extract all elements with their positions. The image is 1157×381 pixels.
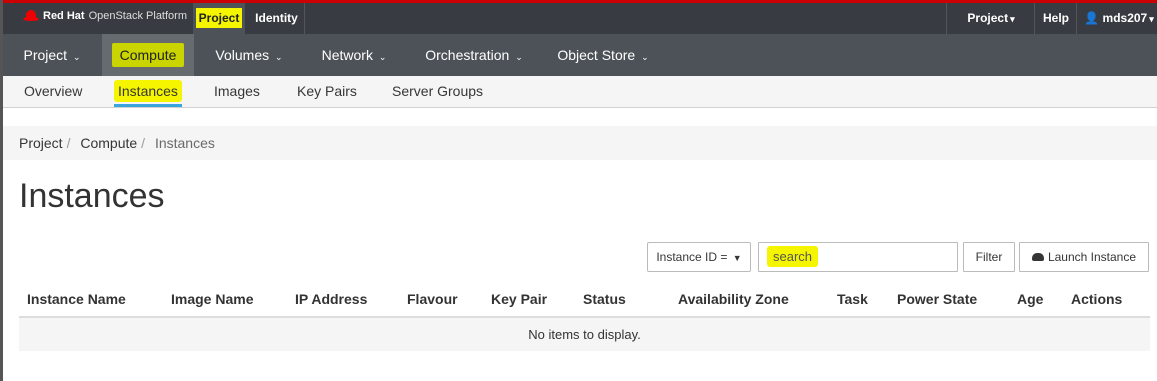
subnav-key-pairs[interactable]: Key Pairs [297, 76, 357, 107]
nav-compute-label: Compute [111, 43, 185, 67]
subnav-images[interactable]: Images [214, 76, 260, 107]
filter-button[interactable]: Filter [963, 242, 1015, 272]
nav-orchestration[interactable]: Orchestration ⌄ [415, 34, 533, 76]
brand-logo[interactable]: Red Hat OpenStack Platform [23, 10, 187, 22]
column-task[interactable]: Task [837, 282, 868, 316]
column-availability-zone[interactable]: Availability Zone [678, 282, 789, 316]
launch-instance-button[interactable]: Launch Instance [1019, 242, 1149, 272]
help-link[interactable]: Help [1034, 3, 1077, 34]
breadcrumb-project[interactable]: Project [19, 135, 63, 151]
launch-instance-label: Launch Instance [1047, 250, 1137, 264]
project-dropdown-label: Project [967, 11, 1009, 25]
column-instance-name[interactable]: Instance Name [27, 282, 126, 316]
nav-project[interactable]: Project ⌄ [3, 34, 101, 76]
caret-down-icon: ▼ [732, 253, 742, 263]
breadcrumb: Project / Compute / Instances [3, 126, 1157, 160]
chevron-down-icon: ⌄ [515, 52, 523, 62]
search-input[interactable]: search [758, 242, 958, 272]
subnav-instances[interactable]: Instances [114, 76, 182, 107]
nav-network-label: Network [321, 47, 373, 63]
column-flavour[interactable]: Flavour [407, 282, 458, 316]
column-status[interactable]: Status [583, 282, 626, 316]
nav-object-store-label: Object Store [557, 47, 636, 63]
chevron-down-icon: ▾ [1010, 14, 1015, 24]
filter-field-dropdown[interactable]: Instance ID = ▼ [647, 242, 751, 272]
nav-compute[interactable]: Compute [102, 34, 194, 76]
chevron-down-icon: ▾ [1149, 14, 1154, 24]
main-nav: Project ⌄ Compute Volumes ⌄ Network ⌄ Or… [3, 34, 1157, 76]
chevron-down-icon: ⌄ [275, 52, 283, 62]
column-key-pair[interactable]: Key Pair [491, 282, 547, 316]
column-image-name[interactable]: Image Name [171, 282, 253, 316]
column-power-state[interactable]: Power State [897, 282, 977, 316]
top-bar: Red Hat OpenStack Platform Project Ident… [3, 0, 1157, 34]
table-header: Instance Name Image Name IP Address Flav… [19, 282, 1150, 318]
chevron-down-icon: ⌄ [378, 52, 387, 62]
nav-object-store[interactable]: Object Store ⌄ [551, 34, 655, 76]
top-tab-project[interactable]: Project [193, 3, 245, 34]
breadcrumb-separator: / [66, 135, 71, 151]
redhat-hat-icon [23, 10, 39, 22]
nav-volumes[interactable]: Volumes ⌄ [201, 34, 297, 76]
brand-name-bold: Red Hat [43, 10, 85, 22]
breadcrumb-separator: / [141, 135, 146, 151]
column-actions: Actions [1071, 291, 1123, 307]
column-age[interactable]: Age [1017, 282, 1043, 316]
subnav-overview[interactable]: Overview [24, 76, 82, 107]
column-ip-address[interactable]: IP Address [295, 282, 367, 316]
cloud-upload-icon [1031, 252, 1044, 261]
empty-table-message: No items to display. [19, 318, 1150, 351]
page-title: Instances [19, 177, 165, 215]
nav-orchestration-label: Orchestration [425, 47, 510, 63]
nav-project-label: Project [23, 47, 68, 63]
top-tab-project-label: Project [195, 8, 243, 28]
nav-volumes-label: Volumes [215, 47, 270, 63]
brand-name-rest: OpenStack Platform [88, 10, 187, 22]
subnav-instances-label: Instances [114, 80, 182, 102]
filter-field-label: Instance ID = [656, 250, 728, 264]
search-placeholder: search [767, 246, 819, 267]
subnav-server-groups[interactable]: Server Groups [392, 76, 483, 107]
project-dropdown[interactable]: Project ▾ [946, 3, 1035, 34]
nav-network[interactable]: Network ⌄ [309, 34, 399, 76]
breadcrumb-instances: Instances [154, 135, 215, 151]
chevron-down-icon: ⌄ [641, 52, 649, 62]
chevron-down-icon: ⌄ [72, 52, 81, 62]
user-icon: 👤 [1084, 11, 1100, 25]
sub-nav: Overview Instances Images Key Pairs Serv… [3, 76, 1157, 108]
user-name: mds207 [1102, 11, 1148, 25]
breadcrumb-compute[interactable]: Compute [80, 135, 137, 151]
user-menu[interactable]: 👤 mds207 ▾ [1076, 3, 1157, 34]
top-tab-identity[interactable]: Identity [249, 3, 305, 34]
